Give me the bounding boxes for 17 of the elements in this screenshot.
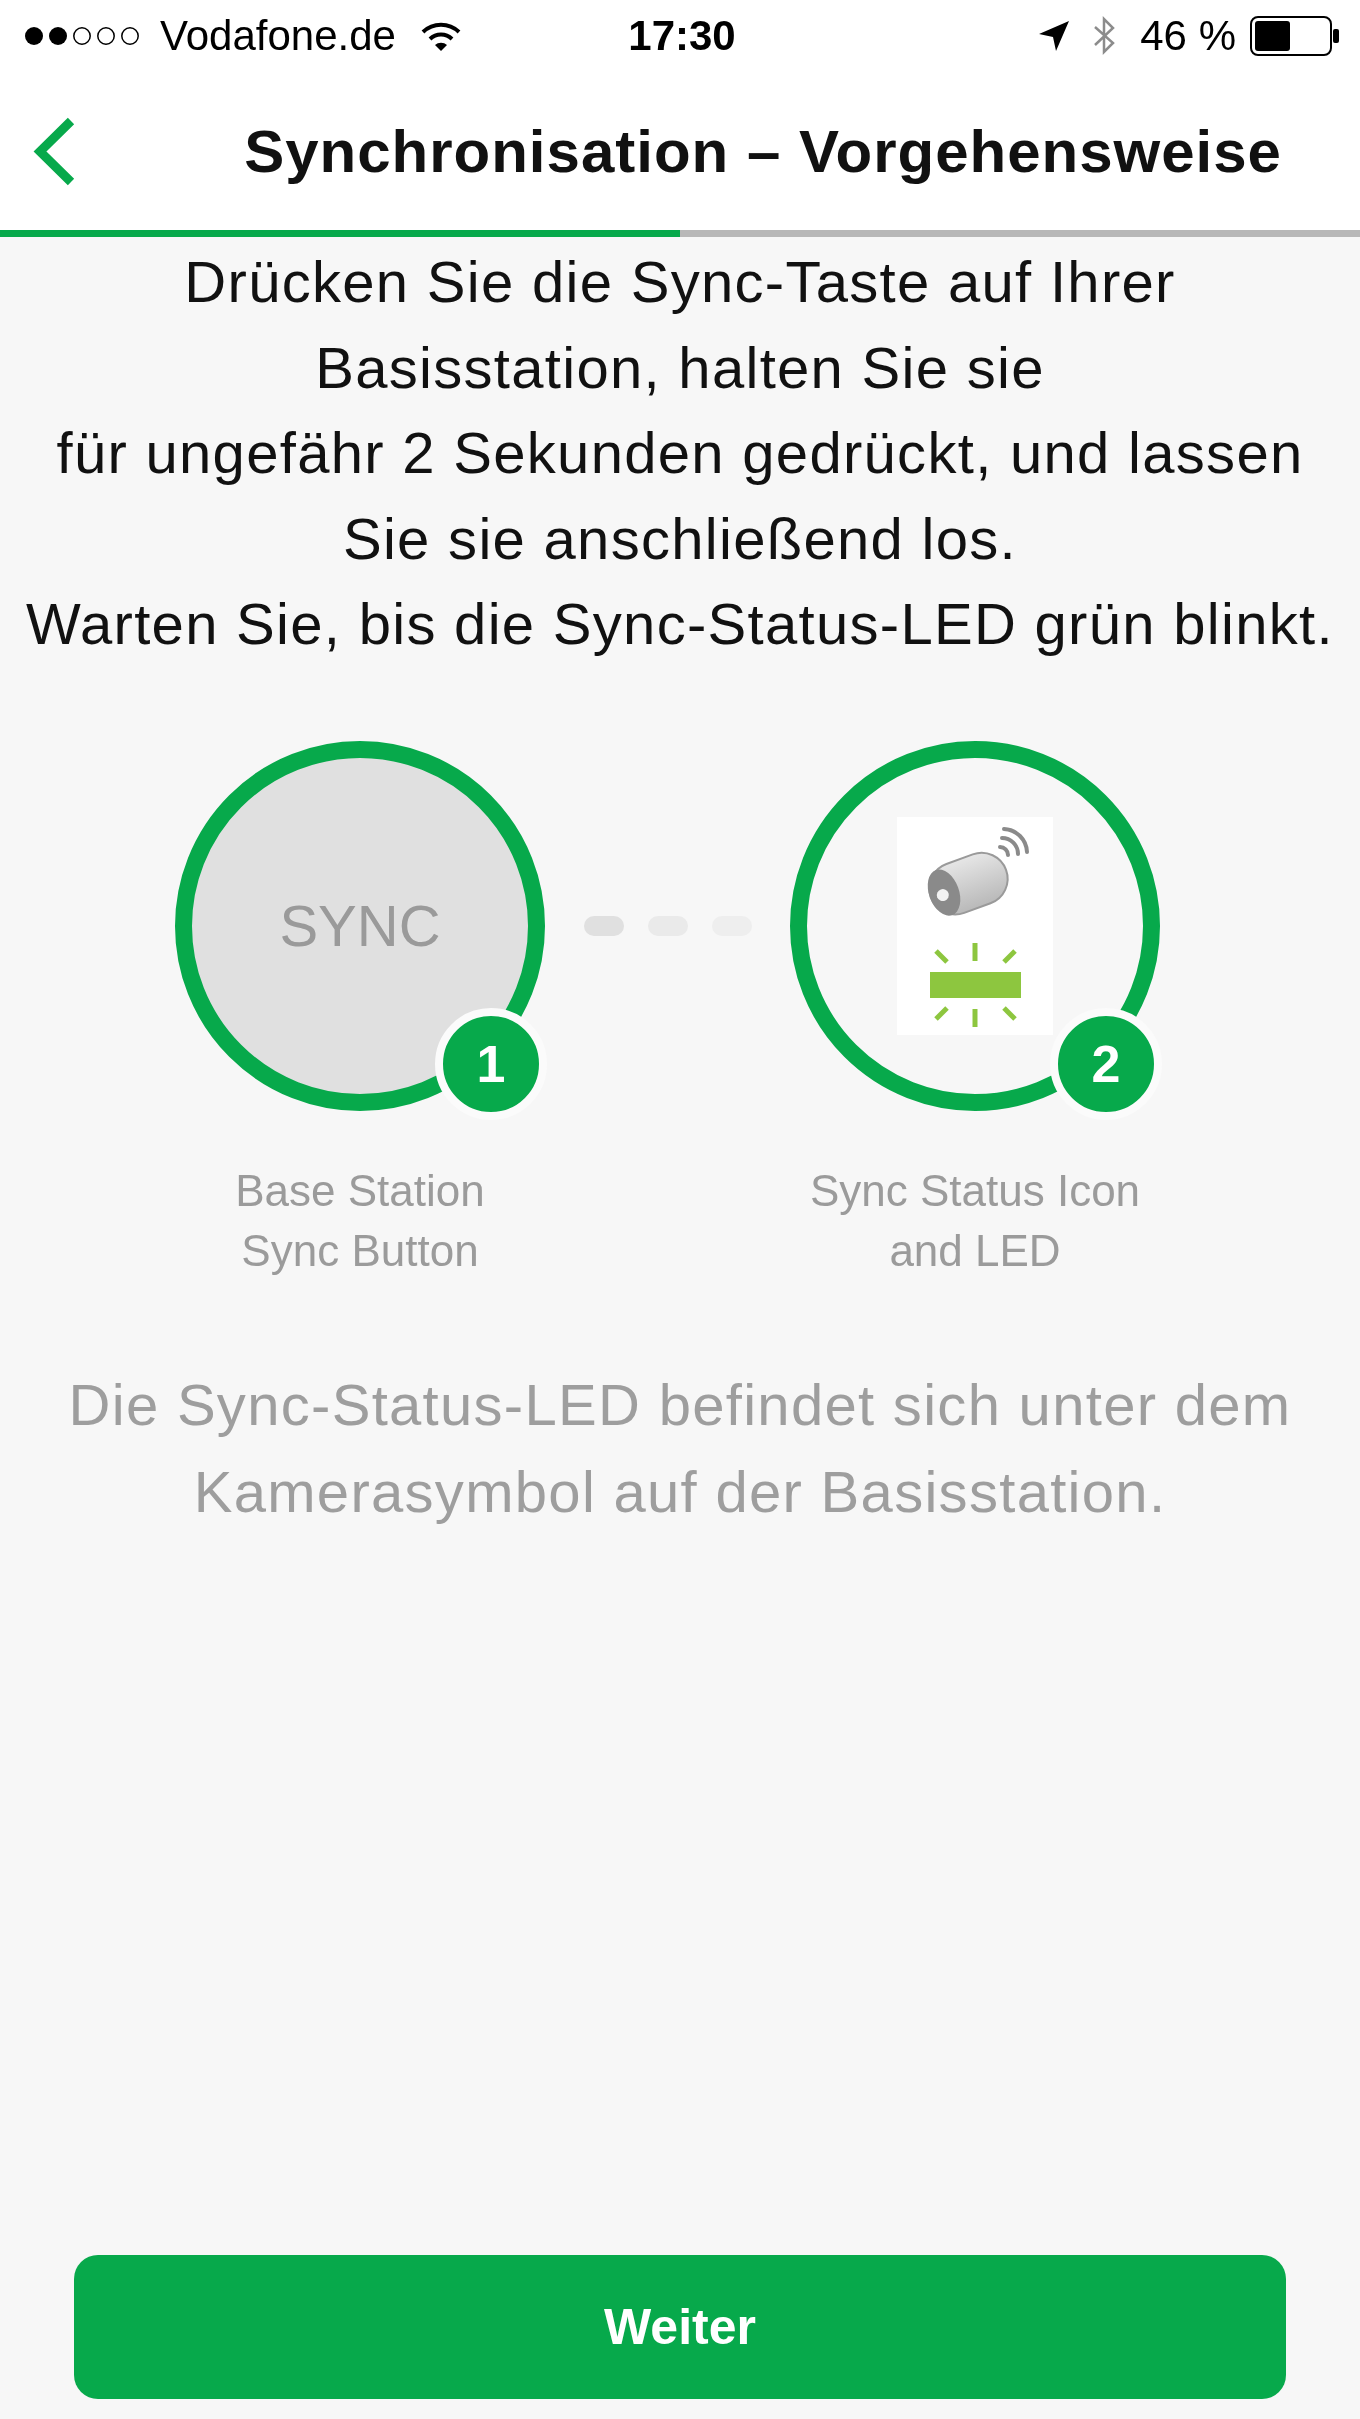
hint-text: Die Sync-Status-LED befindet sich unter dem Kamerasymbol auf der Basisstation. bbox=[68, 1370, 1292, 1526]
instruction-text: Warten Sie, bis die Sync-Status-LED grün blinkt. bbox=[26, 590, 1334, 658]
step-number-badge: 2 bbox=[1050, 1007, 1162, 1120]
location-arrow-icon bbox=[1038, 20, 1071, 52]
back-icon bbox=[31, 115, 77, 187]
battery-percentage: 46 % bbox=[1140, 12, 1236, 60]
carrier-name: Vodafone.de bbox=[160, 12, 396, 60]
continue-button[interactable]: Weiter bbox=[74, 2255, 1286, 2399]
step-number-badge: 1 bbox=[435, 1007, 547, 1120]
instruction-text: Drücken Sie die Sync-Taste auf Ihrer Basisstation, halten Sie sie für ungefähr 2 Sekunden gedrückt, und lassen Sie sie anschließend los. bbox=[56, 248, 1304, 573]
glowing-light-icon bbox=[927, 942, 1023, 1027]
step-caption: Sync Status Icon and LED bbox=[809, 1164, 1141, 1277]
battery-icon bbox=[1250, 16, 1340, 56]
screen-title: Synchronisation – Vorgehensweise bbox=[244, 116, 1282, 186]
step-caption: Base Station Sync Button bbox=[235, 1164, 485, 1277]
wifi-icon bbox=[419, 20, 462, 52]
clock-time: 17:30 bbox=[628, 12, 736, 60]
